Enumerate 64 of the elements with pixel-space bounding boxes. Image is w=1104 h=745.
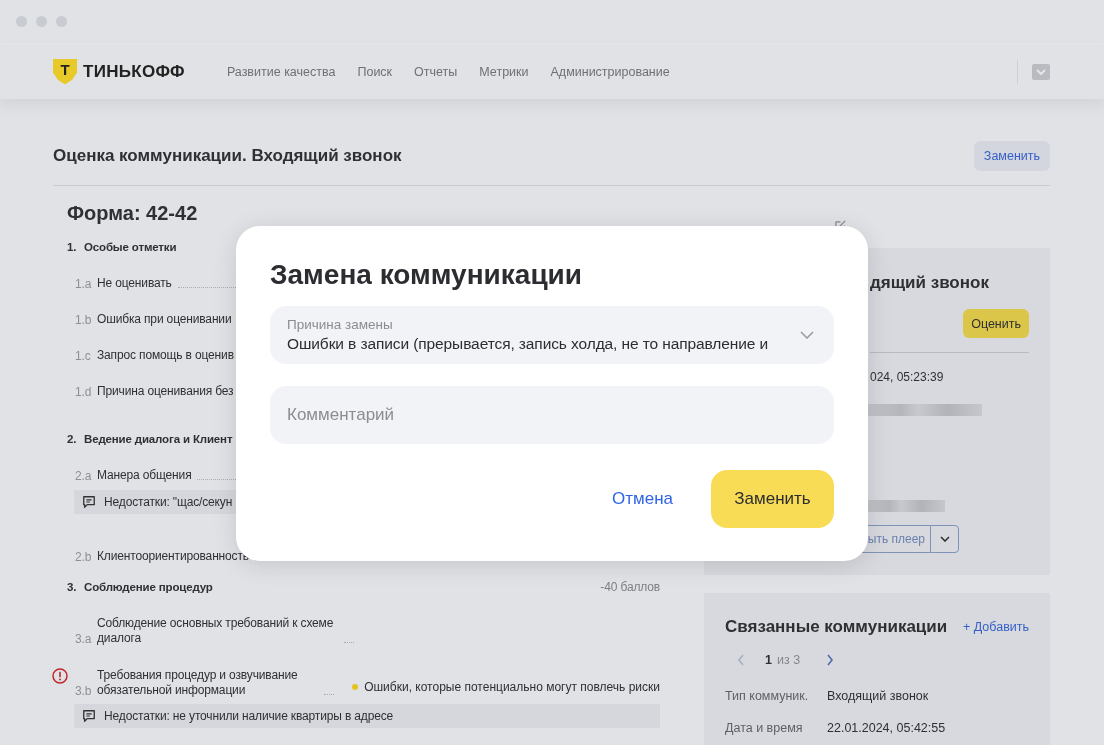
reason-select[interactable]: Причина замены Ошибки в записи (прерывается, запись холда, не то направление и: [270, 306, 834, 364]
window-control-icon[interactable]: [56, 16, 67, 27]
item-label: Запрос помощь в оценив: [97, 347, 234, 363]
logo-text[interactable]: ТИНЬКОФФ: [83, 61, 185, 82]
nav-link[interactable]: Отчеты: [414, 64, 458, 79]
item-code: 2.a: [75, 468, 93, 483]
item-code: 1.c: [75, 348, 92, 363]
item-label: Ошибка при оценивании: [97, 311, 232, 327]
player-menu-button[interactable]: [930, 525, 959, 553]
comment-text: Недостатки: "щас/секун: [104, 495, 233, 509]
section-number: 2.: [67, 433, 78, 445]
add-link[interactable]: + Добавить: [963, 620, 1029, 634]
field-label: Дата и время: [725, 721, 804, 735]
rate-button[interactable]: Оценить: [963, 309, 1029, 338]
replace-button[interactable]: Заменить: [973, 141, 1050, 171]
section-title: Соблюдение процедур: [84, 581, 213, 593]
section-title: Ведение диалога и Клиент: [84, 433, 233, 445]
nav-link[interactable]: Развитие качества: [226, 64, 336, 79]
nav-link[interactable]: Поиск: [357, 64, 393, 79]
item-label: Соблюдение основных требований к схеме диалога: [97, 616, 335, 646]
chevron-icon: [800, 331, 814, 339]
item-label: Клиентоориентированность: [97, 548, 249, 564]
item-code: 2.b: [75, 549, 93, 564]
logo-mark[interactable]: Т: [53, 58, 77, 85]
dropdown-icon[interactable]: [1032, 63, 1050, 80]
comment-icon: [82, 709, 96, 723]
field-label: Тип коммуник.: [725, 689, 810, 703]
nav-link[interactable]: Администрирование: [550, 64, 670, 79]
cancel-button[interactable]: Отмена: [594, 481, 691, 517]
item-code: 3.b: [75, 684, 93, 698]
section-number: 1.: [67, 241, 78, 253]
item-code: 1.d: [75, 384, 93, 399]
caret-icon: [939, 536, 950, 542]
window-control-icon[interactable]: [36, 16, 47, 27]
datetime-text: 024, 05:23:39: [870, 370, 945, 385]
section-score: -40 баллов: [600, 580, 660, 594]
comment-text: Недостатки: не уточнили наличие квартиры в адресе: [104, 709, 394, 723]
item-label: Не оценивать: [97, 275, 172, 291]
page-current: 1: [765, 653, 772, 667]
warning-icon: [52, 668, 68, 684]
item-note: Ошибки, которые потенциально могут повлечь риски: [364, 680, 660, 694]
next-icon[interactable]: [826, 654, 835, 666]
replace-button[interactable]: Заменить: [711, 470, 834, 528]
item-label: Требования процедур и озвучивание обязательной информации: [97, 668, 299, 698]
section-title: Особые отметки: [84, 241, 177, 253]
item-label: Причина оценивания без: [97, 383, 234, 399]
section-number: 3.: [67, 581, 78, 593]
item-code: 1.a: [75, 276, 93, 291]
modal-title: Замена коммуникации: [270, 258, 584, 292]
field-value: 22.01.2024, 05:42:55: [827, 721, 946, 735]
card-title: Связанные коммуникации: [725, 617, 948, 637]
item-code: 3.a: [75, 632, 93, 646]
nav-link[interactable]: Метрики: [479, 64, 529, 79]
page-title: Оценка коммуникации. Входящий звонок: [53, 145, 402, 166]
previous-icon[interactable]: [737, 654, 745, 666]
card-title: дящий звонок: [870, 273, 990, 293]
page-total: из 3: [776, 653, 801, 667]
comment-field[interactable]: Комментарий: [270, 386, 834, 444]
comment-icon: [82, 495, 96, 509]
item-label: Манера общения: [97, 467, 192, 483]
form-title: Форма: 42-42: [67, 201, 199, 226]
field-value: Входящий звонок: [827, 689, 929, 703]
item-code: 1.b: [75, 312, 93, 327]
window-control-icon[interactable]: [16, 16, 27, 27]
